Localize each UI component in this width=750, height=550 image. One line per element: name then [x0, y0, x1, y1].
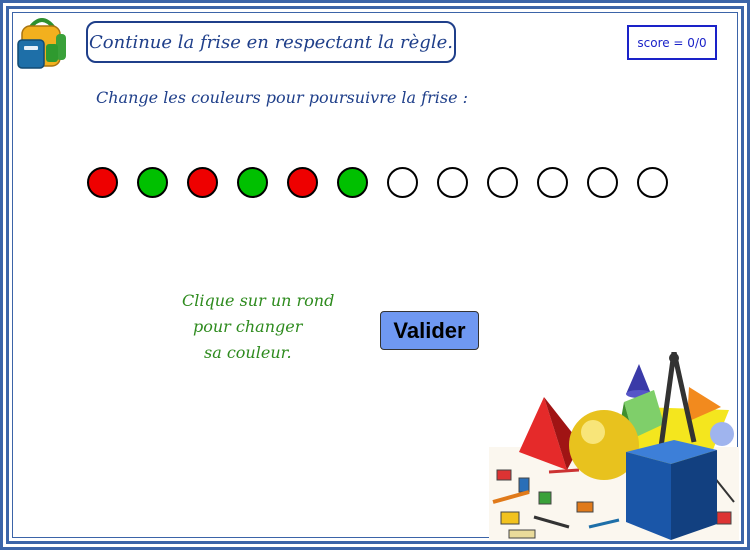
- frieze-dot[interactable]: [387, 167, 418, 198]
- frieze-dot[interactable]: [187, 167, 218, 198]
- frieze: [87, 167, 677, 201]
- hint-line-1: Clique sur un rond: [182, 291, 335, 310]
- frieze-dot[interactable]: [537, 167, 568, 198]
- frieze-dot[interactable]: [337, 167, 368, 198]
- backpack-icon: [17, 18, 66, 69]
- frieze-dot[interactable]: [487, 167, 518, 198]
- frieze-dot[interactable]: [137, 167, 168, 198]
- hint-text: Clique sur un rond pour changer sa coule…: [160, 288, 370, 366]
- frieze-dot[interactable]: [237, 167, 268, 198]
- hint-line-2: pour changer: [193, 317, 303, 336]
- frieze-dot[interactable]: [287, 167, 318, 198]
- instruction-text: Change les couleurs pour poursuivre la f…: [96, 88, 469, 107]
- frieze-dot[interactable]: [87, 167, 118, 198]
- score-display: score = 0/0: [627, 25, 717, 60]
- frieze-dot[interactable]: [587, 167, 618, 198]
- frieze-dot[interactable]: [437, 167, 468, 198]
- geometry-shapes-illustration: [489, 352, 739, 540]
- frieze-dot[interactable]: [637, 167, 668, 198]
- hint-line-3: sa couleur.: [204, 343, 292, 362]
- page-title: Continue la frise en respectant la règle…: [86, 21, 456, 63]
- validate-button[interactable]: Valider: [380, 311, 479, 350]
